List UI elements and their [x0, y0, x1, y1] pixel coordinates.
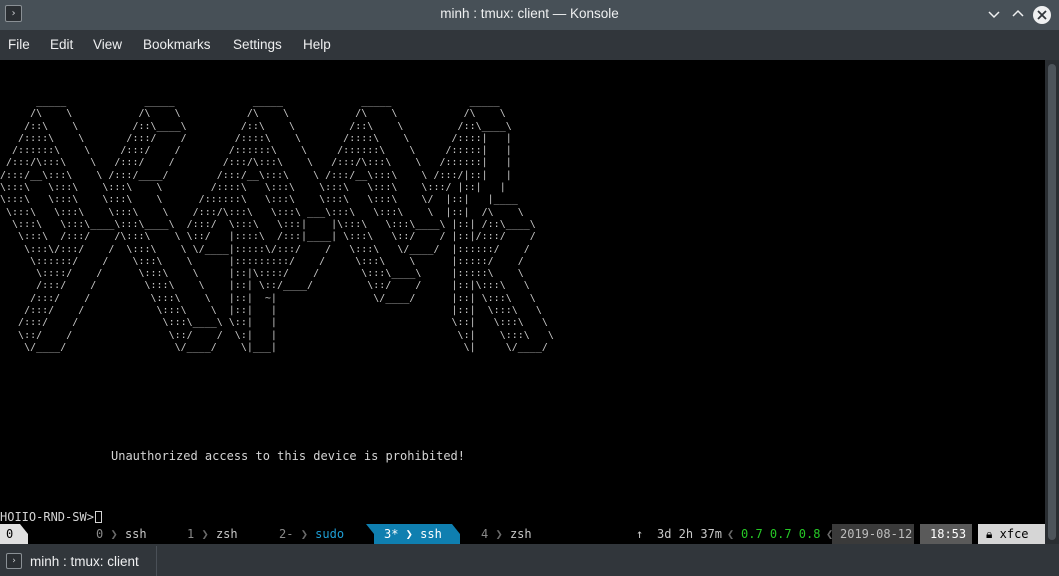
terminal-icon: › [6, 553, 22, 569]
maximize-button[interactable] [1007, 4, 1029, 26]
lock-icon: 🔒︎ [986, 527, 993, 541]
window-titlebar: › minh : tmux: client — Konsole [0, 0, 1059, 30]
menu-bookmarks[interactable]: Bookmarks [143, 37, 211, 52]
tab-label: minh : tmux: client [30, 554, 139, 569]
scrollbar-thumb[interactable] [1048, 64, 1056, 540]
shell-prompt[interactable]: HOIIO-RND-SW> [0, 510, 102, 524]
load-average: 0.7 0.7 0.8 [741, 527, 821, 541]
window-name: zsh [509, 527, 532, 541]
text-cursor [94, 511, 102, 523]
tmux-window-2[interactable]: 2- ❯ sudo [279, 524, 344, 544]
close-button[interactable] [1033, 6, 1051, 24]
status-time: 18:53 [920, 524, 972, 544]
ascii-art-logo: _____ _____ _____ _____ _____ /\ \ /\ \ … [0, 96, 554, 353]
terminal-scrollbar[interactable] [1045, 60, 1059, 544]
uptime-arrow-icon: ↑ [636, 527, 644, 541]
menu-edit[interactable]: Edit [50, 37, 73, 52]
tmux-window-4[interactable]: 4 ❯ zsh [481, 524, 532, 544]
window-name: ssh [124, 527, 147, 541]
uptime-text: 3d 2h 37m [657, 527, 723, 541]
host-name: xfce [999, 527, 1029, 541]
tmux-session-indicator[interactable]: 0 [0, 524, 20, 544]
window-index: 3* [384, 527, 399, 541]
status-host: 🔒︎ xfce [978, 524, 1045, 544]
prompt-text: HOIIO-RND-SW> [0, 510, 94, 524]
tmux-status-bar: 0 0 ❯ ssh 1 ❯ zsh 2- ❯ sudo 3* ❯ ssh 4 ❯… [0, 524, 1045, 544]
menu-help[interactable]: Help [303, 37, 331, 52]
session-tabbar: › minh : tmux: client [0, 544, 1059, 576]
menu-file[interactable]: File [8, 37, 30, 52]
close-icon [1037, 10, 1047, 20]
window-index: 0 [96, 527, 104, 541]
powerline-separator [366, 524, 374, 544]
minimize-button[interactable] [983, 4, 1005, 26]
window-index: 1 [187, 527, 195, 541]
menu-settings[interactable]: Settings [233, 37, 282, 52]
menu-view[interactable]: View [93, 37, 122, 52]
terminal-view[interactable]: _____ _____ _____ _____ _____ /\ \ /\ \ … [0, 60, 1045, 544]
powerline-separator [452, 524, 460, 544]
tmux-window-0[interactable]: 0 ❯ ssh [96, 524, 147, 544]
window-index: 4 [481, 527, 489, 541]
tmux-window-1[interactable]: 1 ❯ zsh [187, 524, 238, 544]
menubar: File Edit View Bookmarks Settings Help [0, 30, 1059, 60]
window-name: sudo [315, 527, 345, 541]
separator-icon: ❮ [727, 527, 735, 541]
session-tab[interactable]: › minh : tmux: client [0, 546, 157, 576]
status-date: 2019-08-12 [832, 524, 914, 544]
login-banner: Unauthorized access to this device is pr… [111, 449, 466, 463]
window-title: minh : tmux: client — Konsole [440, 6, 619, 21]
window-index: 2- [279, 527, 294, 541]
chevron-up-icon [1012, 9, 1024, 17]
tmux-window-3-active[interactable]: 3* ❯ ssh [374, 524, 452, 544]
powerline-separator [20, 524, 28, 544]
window-name: ssh [420, 527, 442, 541]
chevron-down-icon [988, 11, 1000, 19]
window-name: zsh [215, 527, 238, 541]
